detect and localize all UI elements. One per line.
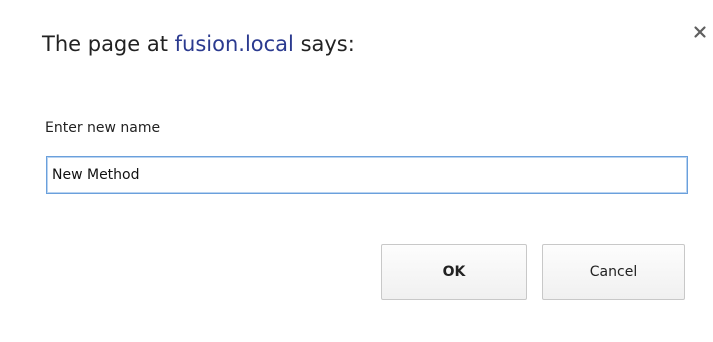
- prompt-dialog: The page at fusion.local says: Enter new…: [0, 0, 713, 342]
- dialog-title-host: fusion.local: [174, 32, 294, 56]
- dialog-title-prefix: The page at: [42, 32, 175, 56]
- cancel-button[interactable]: Cancel: [542, 244, 685, 300]
- close-icon: [694, 26, 706, 38]
- name-input[interactable]: [46, 156, 688, 194]
- prompt-label: Enter new name: [45, 120, 161, 136]
- dialog-title-suffix: says:: [293, 32, 355, 56]
- dialog-title: The page at fusion.local says:: [42, 32, 355, 56]
- close-button[interactable]: [690, 22, 710, 42]
- ok-button[interactable]: OK: [381, 244, 527, 300]
